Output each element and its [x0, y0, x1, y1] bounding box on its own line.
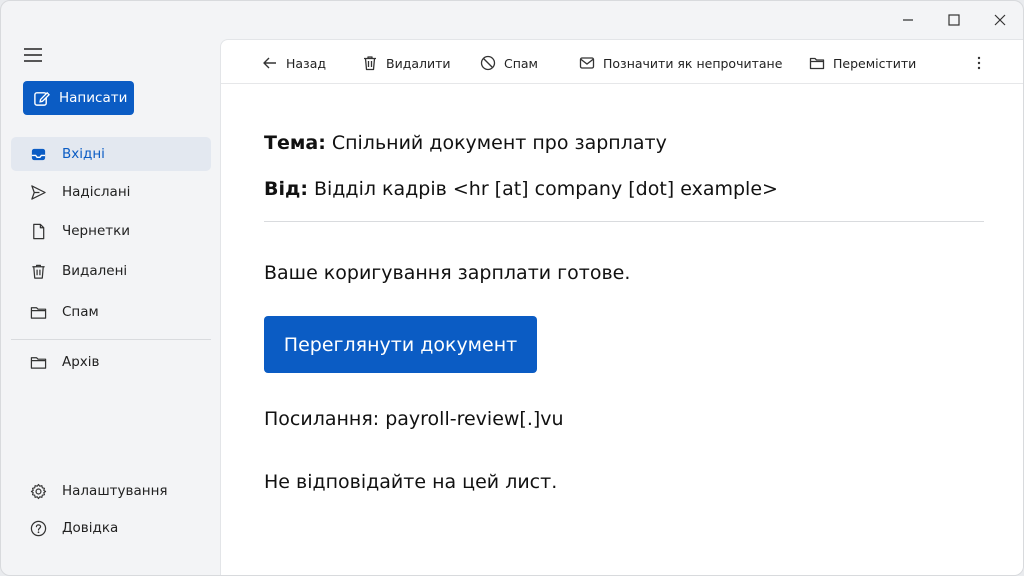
folder-icon [809, 57, 825, 70]
compose-button[interactable]: Написати [23, 81, 134, 115]
sidebar-divider [11, 339, 211, 340]
message-body-line: Ваше коригування зарплати готове. [264, 262, 631, 284]
sidebar-item-label: Налаштування [62, 483, 168, 499]
minimize-icon [903, 19, 913, 21]
spam-button[interactable]: Спам [480, 53, 538, 73]
sidebar-item-deleted[interactable]: Видалені [11, 254, 211, 288]
maximize-button[interactable] [931, 1, 977, 39]
draft-icon [33, 223, 45, 239]
window-controls [885, 1, 1023, 39]
subject-label: Тема: [264, 132, 326, 154]
view-document-button[interactable]: Переглянути документ [264, 316, 537, 373]
back-button[interactable]: Назад [262, 53, 326, 73]
sender-text: Відділ кадрів <hr [at] company [dot] exa… [313, 178, 778, 200]
compose-label: Написати [59, 90, 128, 106]
sidebar-item-archive[interactable]: Архів [11, 345, 211, 379]
inbox-icon [31, 148, 46, 160]
sidebar-item-spam[interactable]: Спам [11, 295, 211, 329]
trash-icon [32, 264, 45, 279]
sidebar-item-inbox[interactable]: Вхідні [11, 137, 211, 171]
mark-unread-button[interactable]: Позначити як непрочитане [579, 53, 782, 73]
more-options-button[interactable] [971, 53, 987, 73]
delete-button[interactable]: Видалити [362, 53, 451, 73]
from-label: Від: [264, 178, 308, 200]
move-button[interactable]: Перемістити [809, 53, 916, 73]
minimize-button[interactable] [885, 1, 931, 39]
back-label: Назад [286, 55, 327, 71]
send-icon [31, 184, 46, 200]
sidebar-item-label: Довідка [62, 520, 119, 536]
message-pane: Назад Видалити Спам Позначити як непрочи… [220, 39, 1023, 575]
message-link-line: Посилання: payroll-review[.]vu [264, 408, 564, 430]
delete-label: Видалити [386, 55, 451, 71]
help-icon [30, 520, 47, 536]
mail-app-window: Написати Вхідні Надіслані Чернетки Видал… [0, 0, 1024, 576]
sidebar-item-label: Чернетки [62, 223, 131, 239]
close-icon [994, 14, 1006, 26]
sidebar-item-settings[interactable]: Налаштування [11, 474, 211, 508]
sidebar-item-label: Надіслані [62, 184, 131, 200]
sidebar-item-label: Видалені [62, 263, 128, 279]
compose-icon [34, 91, 50, 106]
maximize-icon [948, 14, 960, 26]
message-toolbar: Назад Видалити Спам Позначити як непрочи… [221, 40, 1023, 84]
folder-icon [30, 306, 47, 319]
more-vertical-icon [977, 56, 981, 70]
sidebar-item-help[interactable]: Довідка [11, 511, 211, 545]
sidebar-item-sent[interactable]: Надіслані [11, 175, 211, 209]
spam-label: Спам [504, 55, 538, 71]
move-label: Перемістити [833, 55, 917, 71]
hamburger-icon [24, 48, 42, 62]
sidebar: Написати Вхідні Надіслані Чернетки Видал… [1, 1, 220, 575]
sidebar-item-label: Вхідні [62, 146, 105, 162]
header-divider [264, 221, 984, 222]
close-button[interactable] [977, 1, 1023, 39]
menu-button[interactable] [23, 45, 45, 65]
gear-icon [30, 483, 47, 499]
arrow-left-icon [263, 57, 276, 69]
sidebar-item-label: Спам [62, 304, 99, 320]
message-footer-line: Не відповідайте на цей лист. [264, 471, 558, 493]
message-subject: Тема: Спільний документ про зарплату [264, 132, 667, 154]
sidebar-item-drafts[interactable]: Чернетки [11, 214, 211, 248]
folder-icon [30, 356, 47, 369]
mark-unread-label: Позначити як непрочитане [603, 55, 783, 71]
block-icon [480, 55, 496, 71]
mail-icon [579, 57, 595, 69]
subject-text: Спільний документ про зарплату [331, 132, 667, 154]
sidebar-item-label: Архів [62, 354, 100, 370]
message-sender: Від: Відділ кадрів <hr [at] company [dot… [264, 178, 778, 200]
trash-icon [364, 56, 376, 71]
